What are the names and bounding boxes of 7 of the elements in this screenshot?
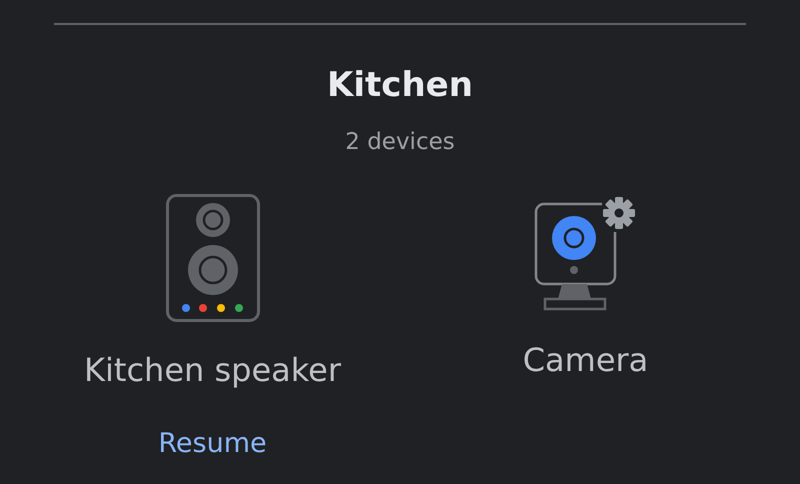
room-title: Kitchen	[327, 64, 473, 107]
device-name: Kitchen speaker	[84, 350, 341, 390]
device-count: 2 devices	[345, 128, 455, 156]
speaker-icon	[166, 194, 260, 322]
device-name: Camera	[522, 340, 648, 380]
resume-button[interactable]: Resume	[150, 427, 275, 461]
camera-icon	[534, 194, 638, 312]
